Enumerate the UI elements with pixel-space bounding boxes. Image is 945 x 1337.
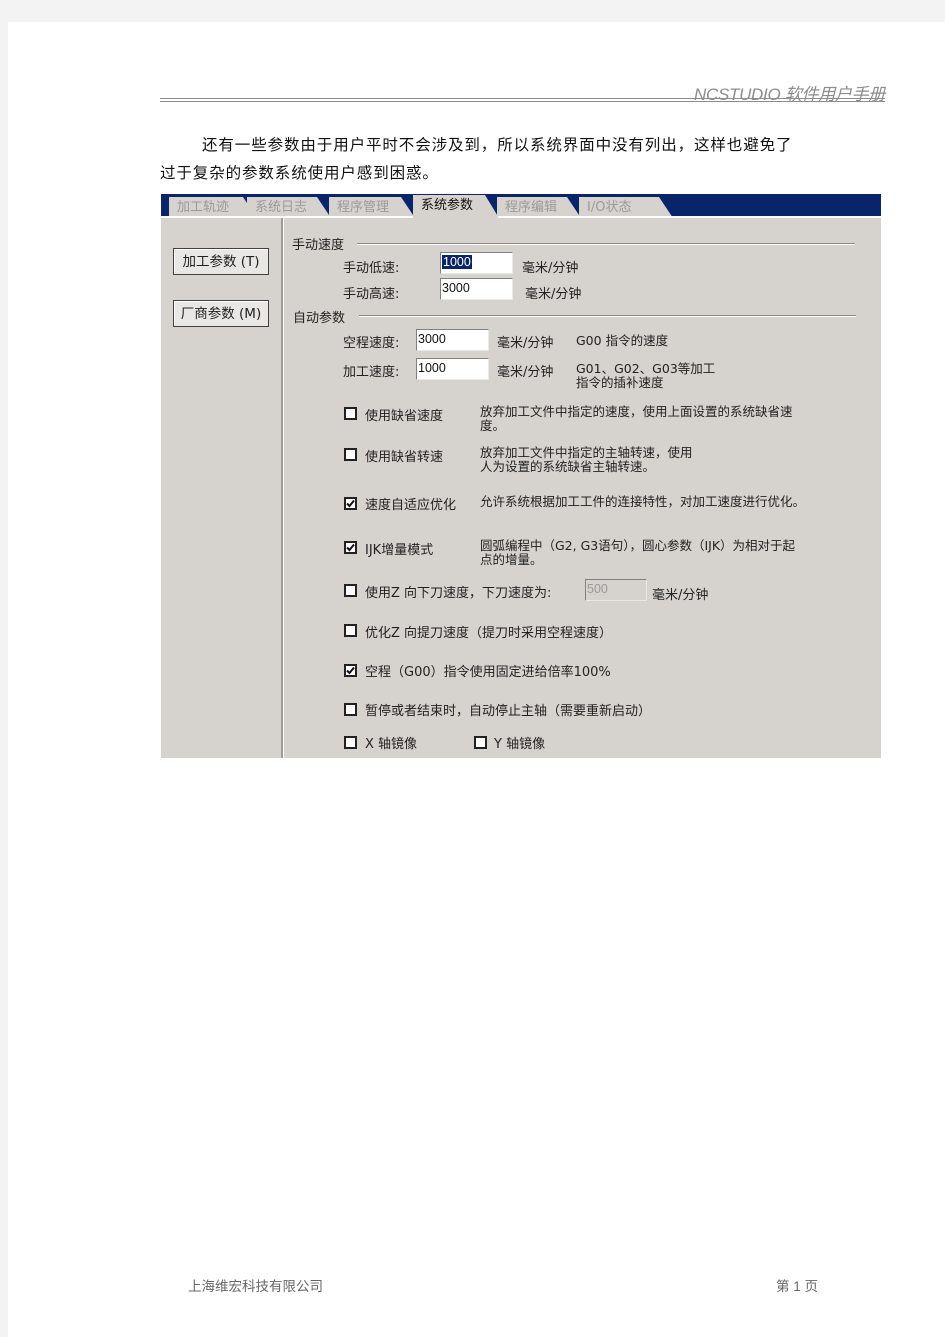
checkmark-icon	[346, 543, 355, 552]
z-plunge-speed-input[interactable]: 500	[585, 579, 647, 601]
paragraph-line-1: 还有一些参数由于用户平时不会涉及到，所以系统界面中没有列出，这样也避免了	[202, 136, 793, 154]
g00-fixed-rate-label: 空程（G00）指令使用固定进给倍率100%	[365, 665, 611, 680]
checkmark-icon	[346, 666, 355, 675]
speed-adaptive-optimize-desc: 允许系统根据加工工件的连接特性，对加工速度进行优化。	[480, 494, 806, 509]
tab-system-params[interactable]: 系统参数	[413, 195, 499, 218]
z-plunge-speed-unit: 毫米/分钟	[652, 588, 709, 603]
feed-speed-label: 加工速度:	[343, 365, 400, 380]
left-panel: 加工参数 (T) 厂商参数 (M)	[161, 218, 284, 758]
footer-company: 上海维宏科技有限公司	[188, 1279, 323, 1294]
feed-speed-unit: 毫米/分钟	[497, 365, 554, 380]
desc-line: 圆弧编程中（G2, G3语句），圆心参数（IJK）为相对于起	[480, 538, 796, 553]
tab-bar: 加工轨迹 系统日志 程序管理 程序编辑 I/O状态 系统参数	[161, 194, 881, 218]
feed-speed-note: G01、G02、G03等加工 指令的插补速度	[576, 362, 715, 390]
feed-speed-input[interactable]: 1000	[416, 358, 489, 380]
manual-high-speed-input[interactable]: 3000	[440, 278, 513, 300]
auto-stop-spindle-label: 暂停或者结束时，自动停止主轴（需要重新启动）	[365, 704, 652, 719]
rapid-speed-label: 空程速度:	[343, 336, 400, 351]
manual-speed-group-label: 手动速度	[292, 238, 345, 253]
ijk-incremental-checkbox[interactable]	[344, 541, 357, 554]
manual-high-speed-unit: 毫米/分钟	[525, 287, 582, 302]
desc-line: 度。	[480, 418, 506, 433]
use-default-speed-checkbox[interactable]	[344, 407, 357, 420]
footer-page-number: 第 1 页	[776, 1279, 819, 1294]
tab-system-log[interactable]: 系统日志	[247, 197, 331, 218]
desc-line: 放弃加工文件中指定的主轴转速，使用	[480, 445, 693, 460]
ijk-incremental-label: IJK增量模式	[365, 543, 434, 558]
manual-low-speed-label: 手动低速:	[343, 261, 400, 276]
feed-speed-note-line-2: 指令的插补速度	[576, 375, 664, 390]
rapid-speed-unit: 毫米/分钟	[497, 336, 554, 351]
manual-high-speed-label: 手动高速:	[343, 287, 400, 302]
header-rule-double	[160, 101, 885, 102]
manual-low-speed-value: 1000	[442, 255, 472, 269]
tab-program-manage[interactable]: 程序管理	[329, 197, 415, 218]
header-rule	[160, 98, 885, 99]
rapid-speed-input[interactable]: 3000	[416, 329, 489, 351]
use-default-spindle-speed-desc: 放弃加工文件中指定的主轴转速，使用 人为设置的系统缺省主轴转速。	[480, 446, 693, 474]
x-axis-mirror-checkbox[interactable]	[344, 736, 357, 749]
desc-line: 点的增量。	[480, 552, 543, 567]
use-default-speed-desc: 放弃加工文件中指定的速度，使用上面设置的系统缺省速 度。	[480, 405, 793, 433]
manual-speed-group-line	[357, 243, 855, 245]
auto-stop-spindle-checkbox[interactable]	[344, 703, 357, 716]
z-plunge-speed-label: 使用Z 向下刀速度，下刀速度为:	[365, 586, 552, 601]
feed-speed-note-line-1: G01、G02、G03等加工	[576, 361, 716, 376]
auto-params-group-label: 自动参数	[293, 311, 346, 326]
use-default-spindle-speed-checkbox[interactable]	[344, 448, 357, 461]
optimize-z-lift-label: 优化Z 向提刀速度（提刀时采用空程速度）	[365, 626, 613, 641]
tab-machining-path[interactable]: 加工轨迹	[169, 197, 257, 218]
paragraph-line-2: 过于复杂的参数系统使用户感到困惑。	[160, 164, 439, 182]
tab-io-status[interactable]: I/O状态	[579, 197, 673, 218]
tab-program-edit[interactable]: 程序编辑	[497, 197, 581, 218]
auto-params-group-line	[359, 315, 856, 317]
manual-low-speed-input[interactable]: 1000	[440, 252, 513, 274]
use-default-spindle-speed-label: 使用缺省转速	[365, 450, 444, 465]
checkmark-icon	[346, 499, 355, 508]
y-axis-mirror-label: Y 轴镜像	[494, 737, 546, 752]
x-axis-mirror-label: X 轴镜像	[365, 737, 418, 752]
ijk-incremental-desc: 圆弧编程中（G2, G3语句），圆心参数（IJK）为相对于起 点的增量。	[480, 539, 795, 567]
g00-fixed-rate-checkbox[interactable]	[344, 664, 357, 677]
z-plunge-speed-checkbox[interactable]	[344, 584, 357, 597]
vendor-params-button[interactable]: 厂商参数 (M)	[173, 300, 269, 327]
desc-line: 人为设置的系统缺省主轴转速。	[480, 459, 656, 474]
use-default-speed-label: 使用缺省速度	[365, 409, 444, 424]
y-axis-mirror-checkbox[interactable]	[474, 736, 487, 749]
speed-adaptive-optimize-checkbox[interactable]	[344, 497, 357, 510]
optimize-z-lift-checkbox[interactable]	[344, 624, 357, 637]
desc-line: 放弃加工文件中指定的速度，使用上面设置的系统缺省速	[480, 404, 793, 419]
speed-adaptive-optimize-label: 速度自适应优化	[365, 498, 457, 513]
machining-params-button[interactable]: 加工参数 (T)	[173, 248, 269, 275]
body-paragraph: 还有一些参数由于用户平时不会涉及到，所以系统界面中没有列出，这样也避免了 过于复…	[160, 131, 890, 187]
embedded-screenshot-system-params: 加工轨迹 系统日志 程序管理 程序编辑 I/O状态 系统参数 加工参数 (T) …	[161, 194, 881, 758]
manual-low-speed-unit: 毫米/分钟	[522, 261, 579, 276]
rapid-speed-note: G00 指令的速度	[576, 333, 669, 348]
